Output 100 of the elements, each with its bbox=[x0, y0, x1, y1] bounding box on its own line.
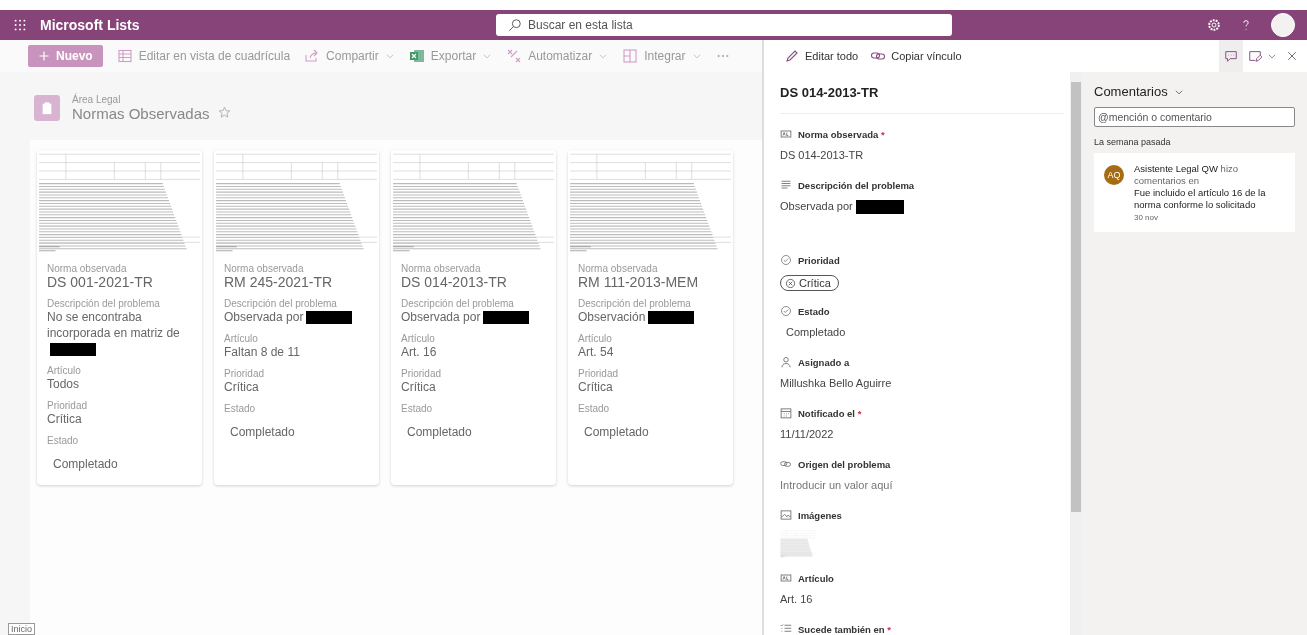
field-value: Completado bbox=[583, 424, 650, 440]
field-label: Prioridad bbox=[224, 368, 266, 379]
flow-icon bbox=[506, 48, 523, 64]
field-label: Sucede también en * bbox=[798, 623, 891, 635]
field-label: Estado bbox=[401, 403, 434, 414]
field-value: Crítica bbox=[224, 379, 260, 395]
check-circle-icon bbox=[780, 305, 792, 317]
app-name: Microsoft Lists bbox=[40, 17, 140, 33]
field-value: Observación bbox=[578, 309, 723, 325]
field-value: No se encontraba incorporada en matriz de bbox=[47, 309, 192, 357]
comment-field[interactable]: @mención o comentario bbox=[1094, 107, 1295, 127]
field-label: Notificado el * bbox=[798, 407, 862, 419]
field-label: Norma observada bbox=[224, 263, 305, 274]
list-card[interactable]: Norma observada RM 245-2021-TR Descripción del problema Observada por Artículo Faltan 8 de 11 Prioridad Crítica Estado Completado bbox=[214, 150, 379, 485]
comment-text: Asistente Legal QW hizo comentarios en Fue incluido el artículo 16 de la norma conforme lo solicitado bbox=[1134, 163, 1267, 211]
excel-icon bbox=[408, 48, 425, 64]
avatar: AQ bbox=[1104, 165, 1124, 185]
field-value: Completado bbox=[52, 456, 119, 472]
form-edit-icon bbox=[1248, 49, 1262, 63]
field-label: Artículo bbox=[47, 365, 82, 376]
field-label: Prioridad bbox=[47, 400, 89, 411]
field-label: Prioridad bbox=[798, 254, 840, 266]
field-label: Descripción del problema bbox=[47, 298, 161, 309]
text-field-icon bbox=[780, 572, 792, 584]
field-label: Asignado a bbox=[798, 356, 850, 368]
field-label: Norma observada * bbox=[798, 128, 885, 140]
field-value: Completado bbox=[406, 424, 473, 440]
field-value: RM 245-2021-TR bbox=[224, 274, 334, 290]
integrate-icon bbox=[622, 48, 639, 64]
field-label: Descripción del problema bbox=[798, 179, 915, 191]
close-icon bbox=[1286, 50, 1298, 62]
field-label: Descripción del problema bbox=[401, 298, 515, 309]
field-value: Crítica bbox=[47, 411, 83, 427]
grid-icon bbox=[116, 48, 133, 64]
chevron-down-icon bbox=[691, 51, 702, 61]
star-icon bbox=[217, 105, 231, 119]
comment-date: 30 nov bbox=[1134, 213, 1160, 222]
link-icon bbox=[780, 458, 792, 470]
remove-circle-icon bbox=[785, 277, 796, 289]
field-label: Artículo bbox=[401, 333, 436, 344]
field-value[interactable]: DS 014-2013-TR bbox=[780, 149, 1070, 165]
field-value: Crítica bbox=[578, 379, 614, 395]
field-value[interactable]: Millushka Bello Aguirre bbox=[780, 377, 1070, 393]
search-icon bbox=[508, 18, 522, 32]
field-value: RM 111-2013-MEM bbox=[578, 274, 700, 290]
field-label: Descripción del problema bbox=[224, 298, 338, 309]
field-label: Origen del problema bbox=[798, 458, 891, 470]
chevron-down-icon bbox=[1267, 51, 1277, 61]
item-title: DS 014-2013-TR bbox=[780, 72, 1064, 114]
field-label: Imágenes bbox=[798, 509, 842, 521]
text-field-icon bbox=[780, 128, 792, 140]
field-value: Todos bbox=[47, 376, 81, 392]
list-title: Normas Observadas bbox=[72, 105, 210, 122]
field-value: Art. 16 bbox=[401, 344, 438, 360]
image-icon bbox=[780, 509, 792, 521]
list-card[interactable]: Norma observada RM 111-2013-MEM Descripción del problema Observación Artículo Art. 54 Prioridad Crítica Estado Completado bbox=[568, 150, 733, 485]
plus-icon bbox=[38, 50, 50, 62]
field-label: Estado bbox=[578, 403, 611, 414]
field-label: Artículo bbox=[578, 333, 613, 344]
field-label: Artículo bbox=[224, 333, 259, 344]
list-icon bbox=[780, 623, 792, 635]
field-label: Artículo bbox=[798, 572, 834, 584]
comment-icon bbox=[1224, 49, 1238, 63]
pencil-icon bbox=[784, 48, 800, 64]
app-launcher-icon bbox=[13, 18, 27, 32]
field-label: Norma observada bbox=[47, 263, 128, 274]
field-value[interactable]: Observada por bbox=[780, 200, 1070, 216]
field-value[interactable]: Completado bbox=[780, 326, 1070, 342]
comments-button[interactable] bbox=[1219, 40, 1243, 72]
chevron-down-icon bbox=[384, 51, 395, 61]
list-card[interactable]: Norma observada DS 014-2013-TR Descripción del problema Observada por Artículo Art. 16 Prioridad Crítica Estado Completado bbox=[391, 150, 556, 485]
search-field[interactable]: Buscar en esta lista bbox=[496, 14, 952, 36]
person-icon bbox=[780, 356, 792, 368]
panel-action-button[interactable]: Editar todo bbox=[784, 48, 859, 64]
field-value[interactable]: 11/11/2022 bbox=[780, 428, 1070, 444]
field-label: Estado bbox=[47, 435, 80, 446]
field-label: Prioridad bbox=[401, 368, 443, 379]
chevron-down-icon bbox=[598, 51, 609, 61]
field-value: Completado bbox=[229, 424, 296, 440]
comments-title[interactable]: Comentarios bbox=[1094, 84, 1168, 99]
field-label: Estado bbox=[798, 305, 830, 317]
field-value: DS 001-2021-TR bbox=[47, 274, 154, 290]
scrollbar[interactable] bbox=[1070, 72, 1082, 635]
field-value: Art. 54 bbox=[578, 344, 615, 360]
chevron-down-icon bbox=[482, 51, 493, 61]
tooltip: Inicio bbox=[8, 623, 35, 635]
field-label: Norma observada bbox=[578, 263, 659, 274]
panel-action-button[interactable]: Copiar vínculo bbox=[870, 48, 962, 64]
field-label: Estado bbox=[224, 403, 257, 414]
lines-icon bbox=[780, 179, 792, 191]
list-card[interactable]: Norma observada DS 001-2021-TR Descripción del problema No se encontraba incorporada en matriz de Artículo Todos Prioridad Crítica Estado Completado bbox=[37, 150, 202, 485]
field-label: Prioridad bbox=[578, 368, 620, 379]
field-label: Norma observada bbox=[401, 263, 482, 274]
image-thumbnail bbox=[780, 530, 816, 558]
clipboard-icon bbox=[40, 101, 54, 115]
avatar[interactable] bbox=[1271, 13, 1295, 37]
calendar-icon bbox=[780, 407, 792, 419]
field-label: Descripción del problema bbox=[578, 298, 692, 309]
field-value[interactable]: Introducir un valor aquí bbox=[780, 479, 1070, 495]
field-value[interactable]: Art. 16 bbox=[780, 593, 1070, 609]
